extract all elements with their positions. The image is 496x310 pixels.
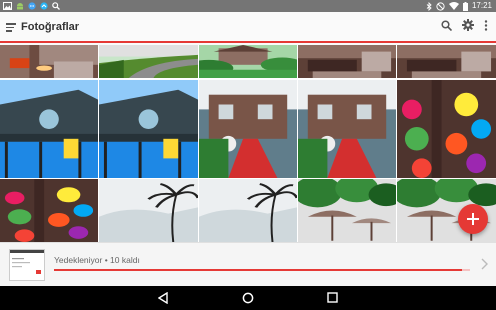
plus-icon: [467, 213, 479, 225]
search-icon: [52, 2, 60, 10]
photo-palm-tree-2[interactable]: [199, 179, 297, 242]
backup-progress-bar: [54, 269, 470, 271]
navigation-bar: [0, 286, 496, 310]
photo-red-carpet-house-2[interactable]: [298, 80, 396, 178]
page-title: Fotoğraflar: [21, 21, 80, 33]
backup-thumbnail: [9, 249, 45, 281]
add-fab-button[interactable]: [458, 204, 488, 234]
menu-icon[interactable]: [6, 23, 16, 32]
settings-icon[interactable]: [462, 19, 474, 31]
photo-balcony-blue-2[interactable]: [99, 80, 198, 178]
home-icon[interactable]: [242, 292, 254, 304]
photo-garden-house[interactable]: [199, 45, 297, 78]
photo-palm-tree-1[interactable]: [99, 179, 198, 242]
photo-red-carpet-house-1[interactable]: [199, 80, 297, 178]
messaging-icon: [40, 2, 48, 10]
photo-colorful-flowers-1[interactable]: [397, 80, 496, 178]
wifi-icon: [448, 2, 459, 10]
photo-colorful-flowers-2[interactable]: [0, 179, 98, 242]
photo-piano-room-2[interactable]: [397, 45, 496, 78]
photo-curved-road[interactable]: [99, 45, 198, 78]
android-icon: [17, 3, 23, 10]
toolbar: Fotoğraflar: [0, 12, 496, 43]
photo-piano-room-1[interactable]: [298, 45, 396, 78]
chat-icon: [28, 2, 36, 10]
chevron-right-icon[interactable]: [481, 258, 488, 270]
image-icon: [3, 2, 12, 10]
backup-progress-fill: [54, 269, 462, 271]
photo-restaurant-street[interactable]: [0, 45, 98, 78]
bluetooth-icon: [426, 1, 432, 11]
status-time: 17:21: [471, 1, 492, 10]
photo-balcony-blue-1[interactable]: [0, 80, 98, 178]
backup-status-text: Yedekleniyor • 10 kaldı: [54, 255, 140, 265]
back-icon[interactable]: [158, 292, 168, 304]
backup-status-bar[interactable]: Yedekleniyor • 10 kaldı: [0, 242, 496, 286]
search-icon[interactable]: [441, 19, 452, 31]
recents-icon[interactable]: [327, 292, 338, 303]
photo-beach-umbrellas-1[interactable]: [298, 179, 396, 242]
no-sound-icon: [436, 1, 445, 11]
photo-grid: [0, 45, 496, 242]
screen: 17:21 Fotoğraflar Yedekleniyor • 10 kald…: [0, 0, 496, 310]
battery-icon: [462, 1, 468, 11]
more-vert-icon[interactable]: [484, 19, 488, 31]
status-bar: 17:21: [0, 0, 496, 12]
